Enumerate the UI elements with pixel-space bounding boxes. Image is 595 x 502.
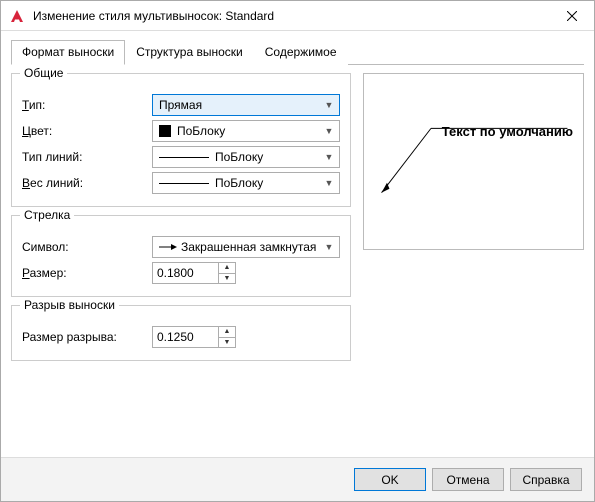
chevron-down-icon: ▼ [321,126,337,136]
combo-linetype-value: ПоБлоку [215,150,263,164]
lineweight-icon [159,183,209,184]
tab-panel-format: Общие Тип: Прямая ▼ Цвет: ПоБлоку ▼ [11,65,584,457]
label-lineweight: Вес линий: [22,176,152,190]
linetype-icon [159,157,209,158]
close-icon [567,11,577,21]
input-break-size[interactable] [152,326,218,348]
group-general: Общие Тип: Прямая ▼ Цвет: ПоБлоку ▼ [11,73,351,207]
label-color: Цвет: [22,124,152,138]
row-break-size: Размер разрыва: ▲ ▼ [22,324,340,350]
combo-type[interactable]: Прямая ▼ [152,94,340,116]
group-arrow-legend: Стрелка [20,208,74,222]
group-general-legend: Общие [20,66,67,80]
input-arrow-size[interactable] [152,262,218,284]
row-linetype: Тип линий: ПоБлоку ▼ [22,144,340,170]
chevron-down-icon: ▼ [321,178,337,188]
app-icon [9,8,25,24]
dialog-footer: OK Отмена Справка [1,457,594,501]
combo-type-value: Прямая [159,98,202,112]
spin-buttons: ▲ ▼ [218,262,236,284]
group-break: Разрыв выноски Размер разрыва: ▲ ▼ [11,305,351,361]
form-column: Общие Тип: Прямая ▼ Цвет: ПоБлоку ▼ [11,73,351,457]
combo-symbol[interactable]: Закрашенная замкнутая ▼ [152,236,340,258]
label-break-size: Размер разрыва: [22,330,152,344]
group-break-legend: Разрыв выноски [20,298,119,312]
tab-content[interactable]: Содержимое [254,40,348,65]
spin-up-button[interactable]: ▲ [219,263,235,274]
row-color: Цвет: ПоБлоку ▼ [22,118,340,144]
preview-column: Текст по умолчанию [363,73,584,457]
tab-leader-format[interactable]: Формат выноски [11,40,125,65]
combo-linetype[interactable]: ПоБлоку ▼ [152,146,340,168]
row-symbol: Символ: Закрашенная замкнутая ▼ [22,234,340,260]
group-arrow: Стрелка Символ: Закрашенная замкнутая ▼ [11,215,351,297]
dialog-content: Формат выноски Структура выноски Содержи… [1,31,594,457]
label-arrow-size: Размер: [22,266,152,280]
preview-text: Текст по умолчанию [442,124,573,139]
label-type: Тип: [22,98,152,112]
row-lineweight: Вес линий: ПоБлоку ▼ [22,170,340,196]
combo-color[interactable]: ПоБлоку ▼ [152,120,340,142]
chevron-down-icon: ▼ [321,100,337,110]
chevron-down-icon: ▼ [321,242,337,252]
combo-symbol-value: Закрашенная замкнутая [181,240,316,254]
ok-button[interactable]: OK [354,468,426,491]
tab-strip: Формат выноски Структура выноски Содержи… [11,39,584,65]
row-arrow-size: Размер: ▲ ▼ [22,260,340,286]
close-button[interactable] [550,1,594,31]
title-bar: Изменение стиля мультивыносок: Standard [1,1,594,31]
chevron-down-icon: ▼ [321,152,337,162]
row-type: Тип: Прямая ▼ [22,92,340,118]
color-swatch-icon [159,125,171,137]
arrowhead-icon [159,241,177,253]
combo-lineweight-value: ПоБлоку [215,176,263,190]
cancel-button[interactable]: Отмена [432,468,504,491]
combo-color-value: ПоБлоку [177,124,225,138]
spinner-arrow-size[interactable]: ▲ ▼ [152,262,238,284]
combo-lineweight[interactable]: ПоБлоку ▼ [152,172,340,194]
spin-down-button[interactable]: ▼ [219,338,235,348]
window-title: Изменение стиля мультивыносок: Standard [33,9,550,23]
spin-up-button[interactable]: ▲ [219,327,235,338]
label-linetype: Тип линий: [22,150,152,164]
spin-down-button[interactable]: ▼ [219,274,235,284]
preview-pane: Текст по умолчанию [363,73,584,250]
label-symbol: Символ: [22,240,152,254]
help-button[interactable]: Справка [510,468,582,491]
spinner-break-size[interactable]: ▲ ▼ [152,326,238,348]
tab-leader-structure[interactable]: Структура выноски [125,40,254,65]
spin-buttons: ▲ ▼ [218,326,236,348]
